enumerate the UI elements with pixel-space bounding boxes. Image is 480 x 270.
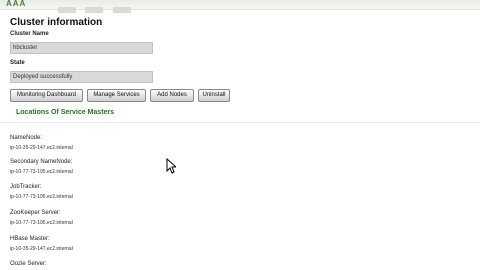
master-label-zookeeper: ZooKeeper Server: [10,210,61,216]
top-bar: AAA [0,0,480,13]
mouse-cursor-icon [166,158,176,174]
state-label: State [10,60,25,66]
manage-services-button[interactable]: Manage Services [87,89,146,102]
top-nav [58,0,136,13]
monitoring-dashboard-button[interactable]: Monitoring Dashboard [10,89,83,102]
section-divider [0,122,480,123]
master-label-jobtracker: JobTracker: [10,184,42,190]
top-nav-tab[interactable] [112,7,131,13]
top-nav-tab[interactable] [58,7,76,13]
add-nodes-button[interactable]: Add Nodes [150,89,194,102]
cluster-name-label: Cluster Name [10,31,49,37]
master-host-jobtracker: ip-10-77-73-195.ec2.internal [10,194,73,200]
master-host-zookeeper: ip-10-77-73-195.ec2.internal [10,220,73,226]
master-label-oozie: Oozie Server: [10,261,47,267]
app-logo: AAA [6,0,27,8]
master-host-secondary-namenode: ip-10-77-73-195.ec2.internal [10,169,73,175]
state-field: Deployed successfully [10,71,153,83]
master-label-namenode: NameNode: [10,135,43,141]
master-label-hbase: HBase Master: [10,236,50,242]
master-host-namenode: ip-10-35-29-147.ec2.internal [10,145,73,151]
page-title: Cluster information [10,17,103,28]
master-label-secondary-namenode: Secondary NameNode: [10,159,73,165]
top-nav-tab[interactable] [85,7,104,13]
master-host-hbase: ip-10-35-29-147.ec2.internal [10,246,73,252]
service-masters-title: Locations Of Service Masters [16,109,115,116]
cluster-name-field: hbcluster [10,42,153,54]
uninstall-button[interactable]: Uninstall [198,89,230,102]
